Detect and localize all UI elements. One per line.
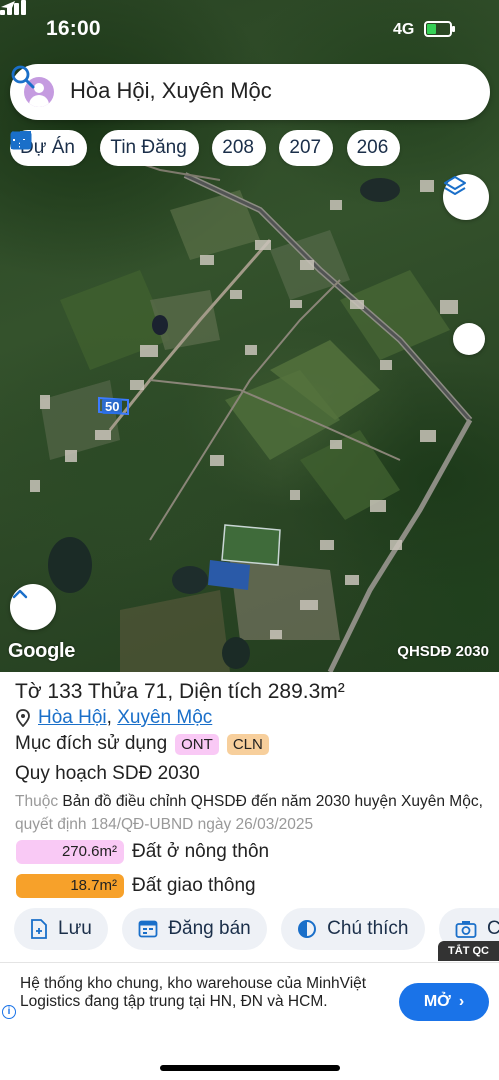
search-icon[interactable]: [10, 64, 36, 90]
chip-label: 208: [222, 137, 254, 158]
home-indicator[interactable]: [160, 1065, 340, 1071]
parcel-location: Hòa Hội, Xuyên Mộc: [15, 707, 212, 729]
commune-link[interactable]: Hòa Hội: [38, 707, 107, 729]
info-icon[interactable]: i: [2, 1005, 16, 1019]
legend-icon: [298, 920, 317, 938]
chip-label: 207: [289, 137, 322, 158]
search-input[interactable]: Hòa Hội, Xuyên Mộc: [70, 78, 272, 104]
save-icon: [31, 919, 47, 939]
purpose-badge-ont: ONT: [175, 733, 219, 755]
chip-label: Tin Đăng: [110, 137, 187, 158]
plan-decision: quyết định 184/QĐ-UBND ngày 26/03/2025: [15, 816, 314, 833]
home-area: [0, 1040, 499, 1080]
landuse-row: 270.6m² Đất ở nông thôn: [16, 840, 269, 864]
land-purpose-row: Mục đích sử dụng ONT CLN: [15, 733, 269, 755]
landuse-area-bar: 270.6m²: [16, 840, 124, 864]
close-ad-button[interactable]: TẮT QC: [438, 941, 499, 961]
action-bar: Lưu Đăng bán Chú thích C: [14, 908, 499, 952]
save-button[interactable]: Lưu: [14, 908, 108, 950]
chip-sheet-207[interactable]: 207: [11, 130, 334, 166]
ad-text[interactable]: Hệ thống kho chung, kho warehouse của Mi…: [20, 975, 370, 1011]
google-logo: Google: [8, 640, 76, 662]
post-sale-button[interactable]: Đăng bán: [122, 908, 267, 950]
legend-button[interactable]: Chú thích: [281, 908, 425, 950]
chip-label: 206: [356, 137, 389, 158]
map-mode-label: QHSDĐ 2030: [397, 643, 489, 660]
plan-map-name[interactable]: Bản đồ điều chỉnh QHSDĐ đến năm 2030 huy…: [62, 793, 482, 810]
chevron-right-icon: ›: [458, 993, 465, 1010]
filter-chips: Dự Án Tin Đăng 208 207 206: [10, 130, 499, 166]
ad-cta-label: MỞ: [423, 993, 451, 1010]
layers-icon: [444, 176, 466, 195]
map-control-dot[interactable]: [453, 323, 485, 355]
post-sale-icon: [138, 920, 158, 938]
cellular-signal-icon: [0, 0, 26, 15]
landuse-label: Đất giao thông: [132, 875, 256, 896]
action-label: Chú thích: [327, 918, 409, 939]
ad-open-button[interactable]: MỞ ›: [399, 983, 489, 1021]
network-type: 4G: [393, 21, 415, 38]
landuse-label: Đất ở nông thôn: [132, 841, 270, 862]
district-link[interactable]: Xuyên Mộc: [117, 707, 212, 729]
parcel-info-panel: Tờ 133 Thửa 71, Diện tích 289.3m² Hòa Hộ…: [0, 672, 499, 962]
purpose-badge-cln: CLN: [226, 733, 269, 755]
action-label: Lưu: [58, 918, 92, 939]
chip-sheet-208[interactable]: 208: [11, 130, 266, 166]
landuse-row: 18.7m² Đất giao thông: [16, 874, 256, 898]
plan-description: Thuộc Bản đồ điều chỉnh QHSDĐ đến năm 20…: [15, 790, 485, 836]
plan-title: Quy hoạch SDĐ 2030: [15, 763, 200, 784]
search-bar[interactable]: Hòa Hội, Xuyên Mộc: [10, 64, 490, 120]
action-label: Đăng bán: [168, 918, 251, 939]
ad-banner[interactable]: TẮT QC Hệ thống kho chung, kho warehouse…: [0, 941, 499, 1040]
location-separator: ,: [106, 707, 118, 728]
chip-listings[interactable]: Tin Đăng: [10, 130, 199, 166]
camera-icon: [455, 921, 477, 938]
location-pin-icon: [16, 709, 30, 727]
status-bar: 16:00 4G: [0, 0, 499, 58]
battery-level: [427, 24, 436, 34]
parcel-title: Tờ 133 Thửa 71, Diện tích 289.3m²: [15, 680, 345, 703]
chevron-up-icon: [12, 589, 28, 599]
plan-desc-prefix: Thuộc: [15, 793, 59, 810]
expand-panel-button[interactable]: [10, 584, 56, 630]
chip-sheet-206[interactable]: 206: [11, 130, 401, 166]
status-time: 16:00: [46, 17, 101, 40]
satellite-map[interactable]: 50 16:00 4G Hòa Hội, Xuyên Mộc Dự Án Tin…: [0, 0, 499, 672]
purpose-label: Mục đích sử dụng: [15, 733, 168, 754]
battery-icon: [424, 21, 455, 37]
layers-button[interactable]: [443, 174, 489, 220]
landuse-area-bar: 18.7m²: [16, 874, 124, 898]
map-sheet-icon: [11, 131, 29, 149]
action-label: C: [486, 918, 499, 939]
parcel-number-label[interactable]: 50: [102, 399, 123, 414]
